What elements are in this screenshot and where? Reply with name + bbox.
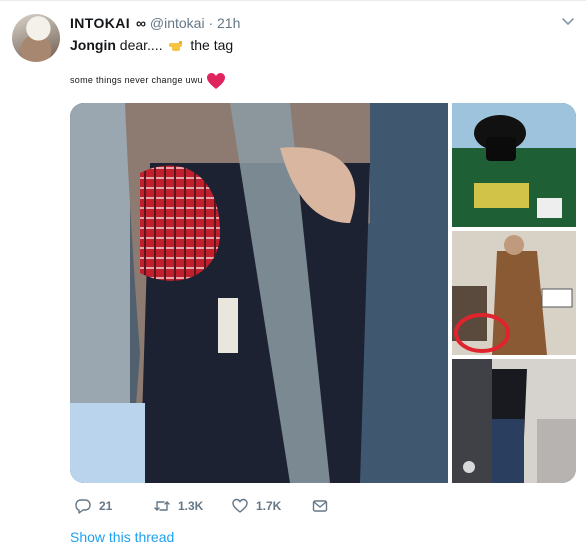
retweet-icon bbox=[154, 501, 170, 511]
media-photo-main-art bbox=[70, 103, 448, 483]
media-photo-2-art bbox=[452, 103, 576, 227]
direct-message-icon bbox=[312, 500, 328, 512]
tweet-subline: some things never change uwu bbox=[70, 75, 203, 85]
media-photo-4-art bbox=[452, 359, 576, 483]
retweet-count: 1.3K bbox=[178, 499, 204, 513]
like-button[interactable]: 1.7K bbox=[232, 496, 281, 516]
like-count: 1.7K bbox=[256, 499, 282, 513]
media-photo-2[interactable] bbox=[452, 103, 576, 227]
handle[interactable]: @intokai bbox=[150, 15, 205, 31]
tweet-text-end: the tag bbox=[186, 37, 234, 53]
media-photo-3[interactable] bbox=[452, 231, 576, 355]
reply-count: 21 bbox=[99, 499, 113, 513]
tweet-text: Jongin dear.... the tag bbox=[70, 36, 233, 54]
show-thread-link[interactable]: Show this thread bbox=[70, 528, 174, 546]
reply-button[interactable]: 21 bbox=[75, 496, 112, 516]
retweet-button[interactable]: 1.3K bbox=[154, 496, 203, 516]
tweet-header: INTOKAI ∞ @intokai · 21h bbox=[70, 15, 240, 31]
timestamp[interactable]: 21h bbox=[217, 15, 240, 31]
reply-icon bbox=[75, 499, 91, 514]
name-suffix: ∞ bbox=[136, 15, 146, 31]
like-icon bbox=[232, 498, 248, 513]
dot-separator: · bbox=[208, 15, 214, 31]
red-heart-emoji-icon bbox=[207, 73, 225, 89]
pointing-hand-emoji-icon bbox=[169, 41, 183, 51]
media-photo-main[interactable] bbox=[70, 103, 448, 483]
media-grid bbox=[70, 103, 576, 483]
avatar[interactable] bbox=[12, 14, 60, 62]
direct-message-button[interactable] bbox=[312, 496, 336, 516]
tweet-actions: 21 1.3K 1.7K bbox=[70, 496, 370, 516]
chevron-down-icon[interactable] bbox=[560, 13, 576, 29]
tweet-text-bold: Jongin bbox=[70, 37, 116, 53]
media-photo-4[interactable] bbox=[452, 359, 576, 483]
top-divider bbox=[0, 0, 586, 1]
tweet-text-mid: dear.... bbox=[115, 37, 163, 53]
display-name[interactable]: INTOKAI bbox=[70, 15, 130, 31]
media-photo-3-art bbox=[452, 231, 576, 355]
